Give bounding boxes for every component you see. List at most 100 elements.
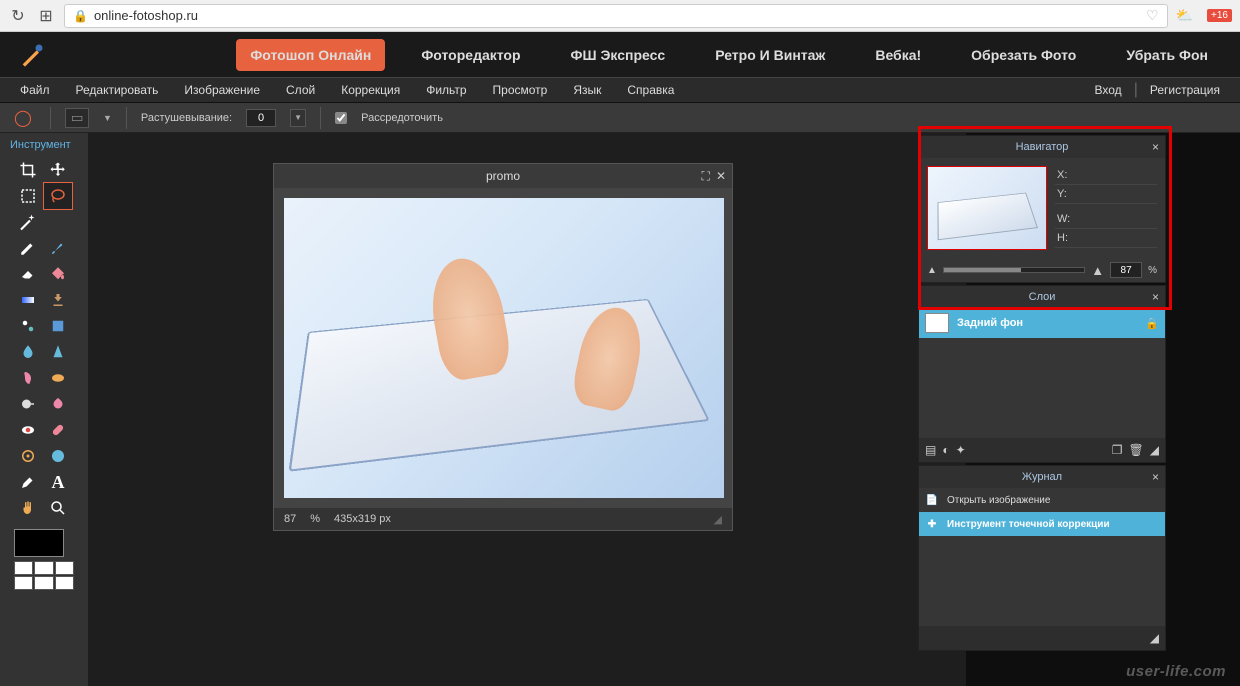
redeye-tool[interactable]	[14, 417, 42, 443]
divider	[50, 107, 51, 129]
toolbox-title: Инструмент	[0, 133, 88, 157]
menu-help[interactable]: Справка	[627, 83, 674, 97]
history-item[interactable]: 📄 Открыть изображение	[919, 488, 1165, 512]
toolbox: Инструмент A	[0, 133, 88, 686]
pinch-tool[interactable]	[14, 443, 42, 469]
history-label: Открыть изображение	[947, 495, 1050, 506]
lock-icon: 🔒	[73, 9, 88, 23]
menu-register[interactable]: Регистрация	[1150, 83, 1220, 97]
logo-icon[interactable]	[18, 41, 46, 69]
sponge-tool[interactable]	[44, 365, 72, 391]
layer-row[interactable]: Задний фон 🔒	[919, 308, 1165, 338]
url-text: online-fotoshop.ru	[94, 8, 198, 23]
shape-tool[interactable]	[44, 313, 72, 339]
pencil-tool[interactable]	[14, 235, 42, 261]
burn-tool[interactable]	[44, 391, 72, 417]
expand-icon[interactable]: ◢	[1150, 443, 1159, 457]
heal-icon: ✚	[925, 517, 939, 531]
menu-filter[interactable]: Фильтр	[426, 83, 466, 97]
document-titlebar[interactable]: promo ⛶ ✕	[274, 164, 732, 188]
close-icon[interactable]: ✕	[716, 169, 726, 184]
type-tool[interactable]: A	[44, 469, 72, 495]
layers-title: Слои	[1029, 291, 1056, 303]
close-icon[interactable]: ×	[1152, 290, 1159, 304]
divider	[126, 107, 127, 129]
chevron-down-icon[interactable]: ▼	[290, 109, 306, 127]
nav-webcam[interactable]: Вебка!	[861, 39, 935, 71]
new-layer-icon[interactable]: ▤	[925, 443, 936, 457]
nav-crop[interactable]: Обрезать Фото	[957, 39, 1090, 71]
menu-view[interactable]: Просмотр	[493, 83, 548, 97]
clone-tool[interactable]	[44, 287, 72, 313]
crop-tool[interactable]	[14, 157, 42, 183]
nav-removebg[interactable]: Убрать Фон	[1112, 39, 1222, 71]
palette[interactable]	[14, 561, 74, 590]
lasso-tool[interactable]	[44, 183, 72, 209]
eraser-tool[interactable]	[14, 261, 42, 287]
history-title: Журнал	[1022, 471, 1062, 483]
feather-label: Растушевывание:	[141, 112, 232, 124]
caret-icon[interactable]: ▼	[103, 113, 112, 123]
sharpen-tool[interactable]	[44, 339, 72, 365]
nav-photoeditor[interactable]: Фоторедактор	[407, 39, 534, 71]
spread-checkbox[interactable]	[335, 112, 347, 124]
heal-tool[interactable]	[44, 417, 72, 443]
document-canvas[interactable]	[274, 188, 732, 508]
menu-login[interactable]: Вход	[1095, 83, 1122, 97]
history-item[interactable]: ✚ Инструмент точечной коррекции	[919, 512, 1165, 536]
zoom-slider[interactable]	[943, 267, 1085, 273]
dodge-tool[interactable]	[14, 391, 42, 417]
brush-tool[interactable]	[44, 235, 72, 261]
history-empty	[919, 536, 1165, 626]
replace-tool[interactable]	[14, 313, 42, 339]
feather-input[interactable]	[246, 109, 276, 127]
options-bar: ◯ ▭ ▼ Растушевывание: ▼ Рассредоточить	[0, 103, 1240, 133]
url-bar[interactable]: 🔒 online-fotoshop.ru ♡	[64, 4, 1168, 28]
zoom-out-icon[interactable]: ▲	[927, 265, 937, 276]
main-area: Инструмент A	[0, 133, 1240, 686]
weather-icon[interactable]: ⛅	[1176, 7, 1193, 24]
lock-icon[interactable]: 🔒	[1145, 317, 1159, 330]
smudge-tool[interactable]	[14, 365, 42, 391]
menu-layer[interactable]: Слой	[286, 83, 315, 97]
bucket-tool[interactable]	[44, 261, 72, 287]
gradient-tool[interactable]	[14, 287, 42, 313]
move-tool[interactable]	[44, 157, 72, 183]
navigator-title: Навигатор	[1016, 141, 1069, 153]
resize-grip-icon[interactable]: ◢	[714, 513, 722, 526]
zoom-tool[interactable]	[44, 495, 72, 521]
nav-y-label: Y:	[1057, 186, 1067, 202]
menu-adjust[interactable]: Коррекция	[341, 83, 400, 97]
navigator-thumbnail[interactable]	[927, 166, 1047, 250]
hand-tool[interactable]	[14, 495, 42, 521]
delete-icon[interactable]: 🗑	[1129, 443, 1144, 457]
marquee-tool[interactable]	[14, 183, 42, 209]
duplicate-icon[interactable]: ❐	[1112, 443, 1123, 457]
selection-mode-button[interactable]: ▭	[65, 108, 89, 128]
color-swatches	[0, 521, 88, 598]
bloat-tool[interactable]	[44, 443, 72, 469]
menu-lang[interactable]: Язык	[573, 83, 601, 97]
foreground-swatch[interactable]	[14, 529, 64, 557]
zoom-in-icon[interactable]: ▲	[1091, 263, 1104, 278]
close-icon[interactable]: ×	[1152, 140, 1159, 154]
wand-tool[interactable]	[14, 209, 42, 235]
maximize-icon[interactable]: ⛶	[702, 169, 710, 184]
menu-file[interactable]: Файл	[20, 83, 50, 97]
heart-icon[interactable]: ♡	[1146, 7, 1159, 24]
nav-retro[interactable]: Ретро И Винтаж	[701, 39, 839, 71]
nav-photoshop-online[interactable]: Фотошоп Онлайн	[236, 39, 385, 71]
nav-express[interactable]: ФШ Экспресс	[557, 39, 680, 71]
blur-tool[interactable]	[14, 339, 42, 365]
spread-label: Рассредоточить	[361, 112, 443, 124]
expand-icon[interactable]: ◢	[1150, 631, 1159, 645]
menu-image[interactable]: Изображение	[184, 83, 260, 97]
eyedropper-tool[interactable]	[14, 469, 42, 495]
mask-icon[interactable]: ◐	[942, 443, 949, 457]
zoom-input[interactable]	[1110, 262, 1142, 278]
reload-icon[interactable]: ↻	[8, 6, 28, 26]
fx-icon[interactable]: ✦	[956, 443, 966, 457]
close-icon[interactable]: ×	[1152, 470, 1159, 484]
apps-icon[interactable]: ⊞	[36, 6, 56, 26]
menu-edit[interactable]: Редактировать	[76, 83, 159, 97]
